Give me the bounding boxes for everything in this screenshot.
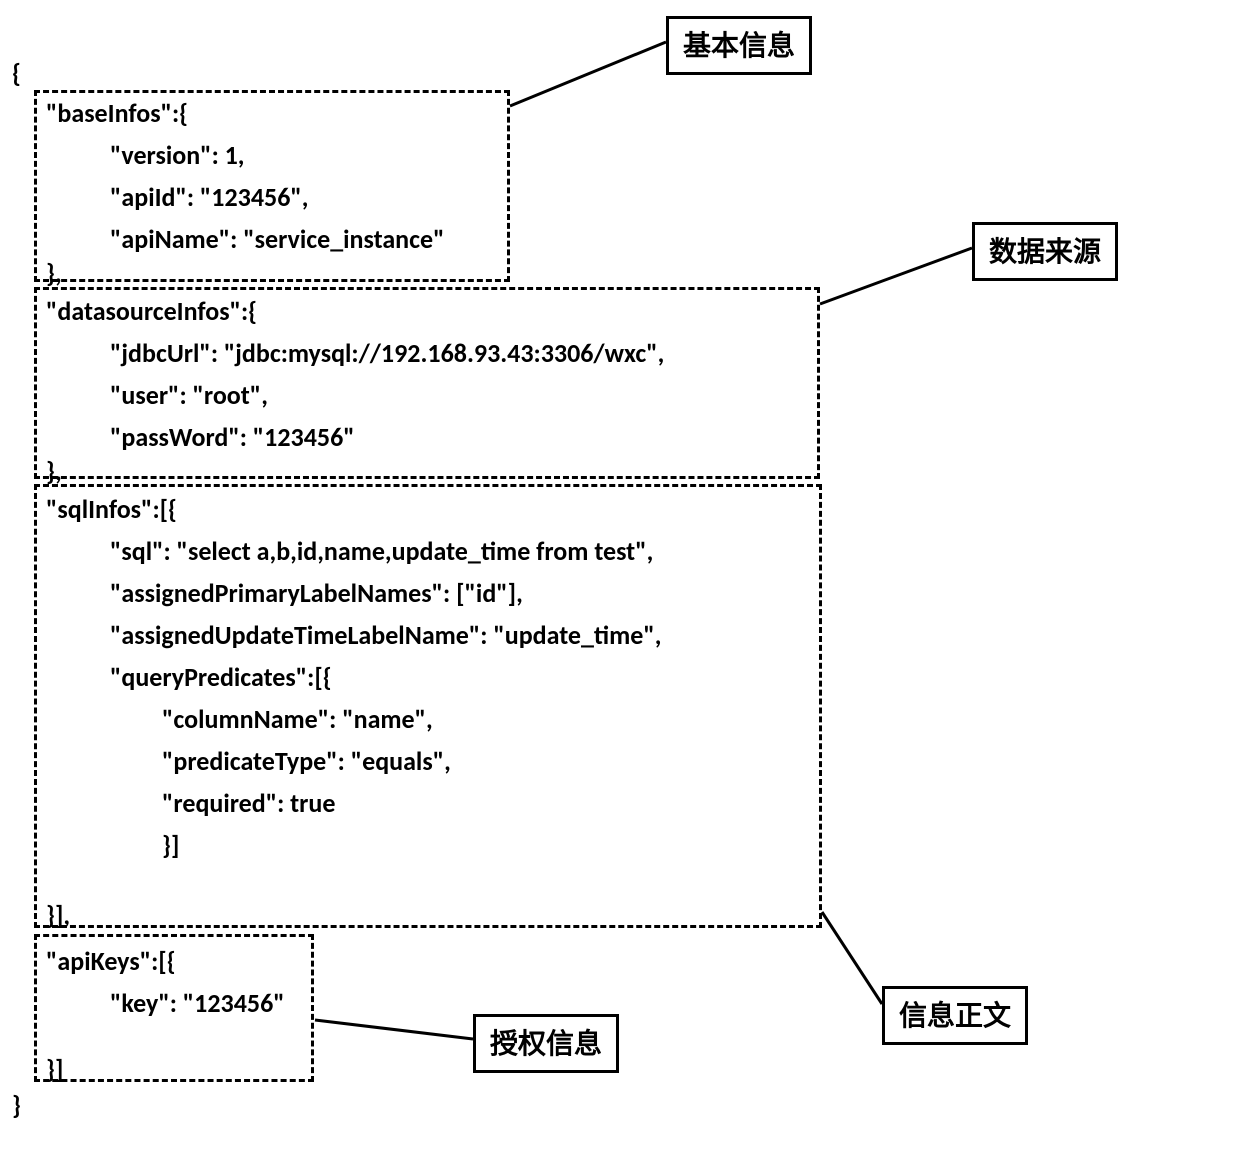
sqlinfos-sql: "sql": "select a,b,id,name,update_time f…: [110, 530, 653, 572]
datasource-jdbcurl: "jdbcUrl": "jdbc:mysql://192.168.93.43:3…: [110, 332, 664, 374]
close-brace: }: [12, 1084, 21, 1126]
baseinfos-version: "version": 1,: [110, 134, 245, 176]
baseinfos-key: "baseInfos":{: [46, 92, 188, 134]
sqlinfos-primary: "assignedPrimaryLabelNames": ["id"],: [110, 572, 523, 614]
apikeys-keyval: "key": "123456": [110, 982, 285, 1024]
open-brace: {: [12, 52, 21, 94]
label-basic-info: 基本信息: [666, 16, 812, 75]
datasource-password: "passWord": "123456": [110, 416, 355, 458]
sqlinfos-querypred: "queryPredicates":[{: [110, 656, 332, 698]
sqlinfos-update: "assignedUpdateTimeLabelName": "update_t…: [110, 614, 662, 656]
sqlinfos-key: "sqlInfos":[{: [46, 488, 177, 530]
sqlinfos-innerclose: }]: [162, 824, 179, 866]
datasource-key: "datasourceInfos":{: [46, 290, 257, 332]
label-auth-info: 授权信息: [473, 1014, 619, 1073]
label-info-body: 信息正文: [882, 986, 1028, 1045]
sqlinfos-colname: "columnName": "name",: [162, 698, 433, 740]
sqlinfos-predtype: "predicateType": "equals",: [162, 740, 451, 782]
datasource-user: "user": "root",: [110, 374, 268, 416]
sqlinfos-outerclose: }],: [46, 894, 70, 936]
baseinfos-apiid: "apiId": "123456",: [110, 176, 308, 218]
label-data-source: 数据来源: [972, 222, 1118, 281]
sqlinfos-required: "required": true: [162, 782, 335, 824]
apikeys-close: }]: [46, 1048, 63, 1090]
baseinfos-apiname: "apiName": "service_instance": [110, 218, 445, 260]
apikeys-key: "apiKeys":[{: [46, 940, 176, 982]
